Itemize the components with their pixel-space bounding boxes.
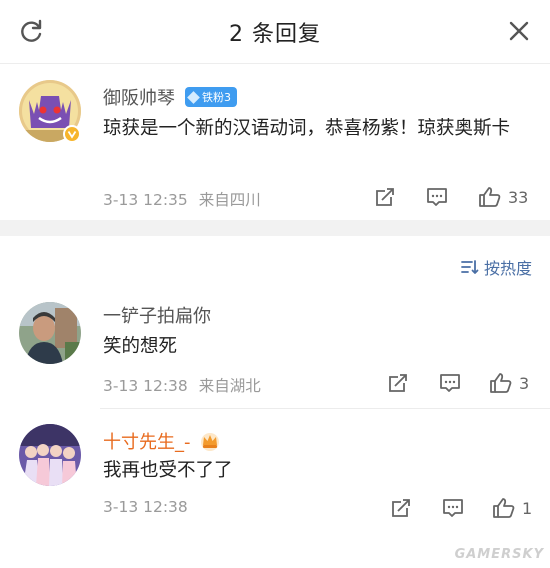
share-icon xyxy=(392,499,410,517)
sort-toggle[interactable]: 按热度 xyxy=(461,255,532,279)
author-line: 十寸先生_- xyxy=(103,428,221,454)
like-button[interactable]: 3 xyxy=(489,370,529,396)
author-name[interactable]: 一铲子拍扁你 xyxy=(103,302,211,328)
reply-actions: 1 xyxy=(388,495,532,521)
watermark: GAMERSKY xyxy=(454,547,544,562)
group-photo-avatar-icon xyxy=(19,424,81,486)
reply-location: 来自湖北 xyxy=(198,377,261,395)
like-count: 1 xyxy=(522,498,533,518)
comment-button[interactable] xyxy=(440,495,466,521)
sort-label: 按热度 xyxy=(483,259,532,278)
share-icon xyxy=(389,374,407,392)
comment-meta: 3-13 12:35 来自四川 xyxy=(103,188,261,210)
like-count: 3 xyxy=(519,373,530,393)
reply-actions: 3 xyxy=(385,370,529,396)
comment-icon xyxy=(440,374,460,392)
reply-content: 我再也受不了了 xyxy=(103,460,233,481)
close-icon xyxy=(509,21,529,41)
author-line: 御阪帅琴 铁粉3 xyxy=(103,84,237,110)
reply-content: 笑的想死 xyxy=(103,336,178,357)
fan-badge: 铁粉3 xyxy=(185,87,237,107)
repost-button[interactable] xyxy=(372,184,398,210)
comment-content: 琼获是一个新的汉语动词，恭喜杨紫！琼获奥斯卡 xyxy=(103,118,511,139)
thumbs-up-icon xyxy=(493,498,515,518)
reply-meta: 3-13 12:38 来自湖北 xyxy=(103,374,261,396)
like-count: 33 xyxy=(508,187,529,207)
dialog-header: 2 条回复 xyxy=(0,0,550,64)
section-separator xyxy=(0,220,550,236)
reply-divider xyxy=(100,408,550,409)
comment-button[interactable] xyxy=(424,184,450,210)
like-button[interactable]: 1 xyxy=(492,495,532,521)
repost-button[interactable] xyxy=(385,370,411,396)
comment-time: 3-13 12:35 xyxy=(103,191,188,209)
comment-button[interactable] xyxy=(437,370,463,396)
diamond-icon xyxy=(187,90,200,104)
vip-crown-icon xyxy=(199,431,221,451)
close-button[interactable] xyxy=(502,14,536,48)
avatar[interactable] xyxy=(19,302,81,364)
share-icon xyxy=(376,188,394,206)
verified-badge-icon xyxy=(63,125,81,143)
repost-button[interactable] xyxy=(388,495,414,521)
thumbs-up-icon xyxy=(490,373,512,393)
dialog-title: 2 条回复 xyxy=(229,22,321,47)
thumbs-up-icon xyxy=(479,187,501,207)
sort-icon xyxy=(461,260,479,274)
fan-badge-label: 铁粉3 xyxy=(202,91,231,104)
reply-meta: 3-13 12:38 xyxy=(103,498,188,516)
author-line: 一铲子拍扁你 xyxy=(103,302,211,328)
comment-location: 来自四川 xyxy=(198,191,261,209)
reply-item: 十寸先生_- 我再也受不了了 3-13 12:38 1 xyxy=(0,416,550,528)
person-photo-avatar-icon xyxy=(19,302,81,364)
reply-time: 3-13 12:38 xyxy=(103,498,188,516)
main-comment: 御阪帅琴 铁粉3 琼获是一个新的汉语动词，恭喜杨紫！琼获奥斯卡 3-13 12:… xyxy=(0,64,550,220)
comment-icon xyxy=(427,188,447,206)
avatar[interactable] xyxy=(19,424,81,486)
author-name[interactable]: 御阪帅琴 xyxy=(103,84,175,110)
comment-icon xyxy=(443,499,463,517)
comment-actions: 33 xyxy=(372,184,528,210)
author-name[interactable]: 十寸先生_- xyxy=(103,428,191,454)
reply-time: 3-13 12:38 xyxy=(103,377,188,395)
like-button[interactable]: 33 xyxy=(478,184,528,210)
reply-item: 一铲子拍扁你 笑的想死 3-13 12:38 来自湖北 3 xyxy=(0,292,550,402)
